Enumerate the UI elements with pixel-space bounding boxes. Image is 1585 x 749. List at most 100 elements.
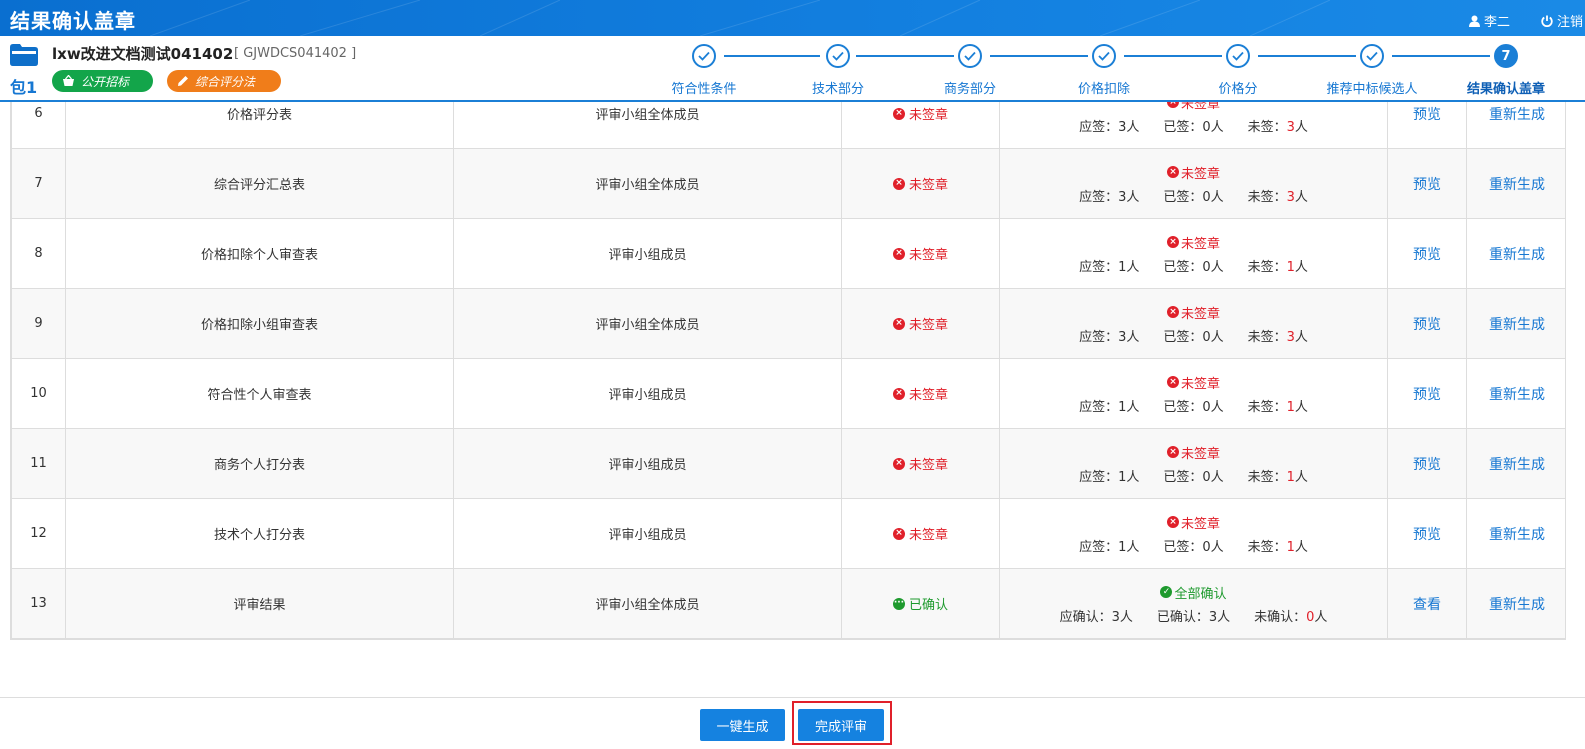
status-text: 未签章 (908, 318, 948, 333)
status-cell: ··· 已确认 (841, 568, 1000, 639)
summary-cell: × 未签章 应签：1人 已签：0人 未签：1人 (999, 428, 1388, 499)
required-count: 应签：1人 (1079, 259, 1140, 275)
logout-button[interactable]: 注销 (1541, 11, 1583, 30)
step-compliance[interactable]: 符合性条件 (644, 40, 764, 97)
step-number: 7 (1494, 44, 1518, 68)
done-count: 已签：0人 (1163, 469, 1224, 485)
status-cell: × 未签章 (841, 428, 1000, 499)
regenerate-link[interactable]: 重新生成 (1489, 107, 1545, 123)
action-cell: 预览 (1387, 102, 1467, 149)
pending-label: 未签： (1247, 539, 1287, 555)
regenerate-link[interactable]: 重新生成 (1489, 457, 1545, 473)
pending-unit: 人 (1294, 259, 1308, 275)
pending-number: 3 (1286, 189, 1295, 205)
step-recommend-candidate[interactable]: 推荐中标候选人 (1312, 40, 1432, 97)
summary-status: ×未签章 (1000, 163, 1387, 182)
preview-link[interactable]: 预览 (1413, 457, 1441, 473)
package-label: 包1 (10, 78, 38, 97)
document-name: 价格评分表 (65, 102, 454, 149)
document-name: 综合评分汇总表 (65, 148, 454, 219)
project-header: lxw改进文档测试041402 [ GJWDCS041402 ] 包1 公开招标… (0, 36, 1585, 102)
preview-link[interactable]: 预览 (1413, 387, 1441, 403)
preview-link[interactable]: 预览 (1413, 107, 1441, 123)
pending-unit: 人 (1314, 609, 1328, 625)
pending-label: 未签： (1247, 119, 1287, 135)
pending-count: 未签：1人 (1248, 256, 1308, 275)
status-cell: × 未签章 (841, 288, 1000, 359)
document-name: 技术个人打分表 (65, 498, 454, 569)
status-text: 未签章 (908, 248, 948, 263)
status-cell: × 未签章 (841, 218, 1000, 289)
top-bar: 结果确认盖章 李二 注销 (0, 0, 1585, 36)
finish-review-button[interactable]: 完成评审 (798, 709, 884, 741)
document-name: 价格扣除小组审查表 (65, 288, 454, 359)
table-row: 7 综合评分汇总表 评审小组全体成员 × 未签章 × 未签章 应签：3人 已签：0人 未签：3人预… (11, 148, 1565, 219)
step-label: 技术部分 (811, 82, 864, 97)
preview-link[interactable]: 预览 (1413, 177, 1441, 193)
summary-status: ×未签章 (1000, 102, 1387, 112)
summary-status: ×未签章 (1000, 513, 1387, 532)
pending-unit: 人 (1294, 329, 1308, 345)
signer-group: 评审小组成员 (453, 498, 842, 569)
generate-all-button[interactable]: 一键生成 (700, 709, 785, 741)
current-user[interactable]: 李二 (1468, 11, 1510, 30)
step-label: 商务部分 (943, 82, 996, 97)
signer-group: 评审小组全体成员 (453, 288, 842, 359)
close-icon: × (892, 177, 905, 190)
user-name: 李二 (1483, 15, 1510, 30)
done-count: 已签：0人 (1163, 189, 1224, 205)
footer-bar: 一键生成 完成评审 (0, 697, 1585, 749)
regenerate-link[interactable]: 重新生成 (1489, 247, 1545, 263)
check-icon (1360, 44, 1384, 68)
step-price-score[interactable]: 价格分 (1178, 40, 1298, 97)
regenerate-link[interactable]: 重新生成 (1489, 317, 1545, 333)
regenerate-link[interactable]: 重新生成 (1489, 527, 1545, 543)
step-business[interactable]: 商务部分 (910, 40, 1030, 97)
table-row: 12 技术个人打分表 评审小组成员 × 未签章 × 未签章 应签：1人 已签：0人 未签：1人 预览… (11, 498, 1565, 569)
row-number: 10 (11, 358, 66, 429)
folder-icon (10, 44, 38, 66)
done-count: 已签：0人 (1163, 329, 1224, 345)
status-badge: × 未签章 (892, 244, 948, 263)
status-badge: × 未签章 (892, 174, 948, 193)
summary-cell: ×未签章应签：3人 已签：0人 未签：3人 (999, 288, 1388, 359)
summary-text: 未签章 (1180, 236, 1220, 252)
action-cell: 重新生成 (1466, 288, 1565, 359)
tag-procurement-method: 公开招标 (52, 70, 153, 92)
view-link[interactable]: 查看 (1413, 597, 1441, 613)
page-title: 结果确认盖章 (10, 9, 136, 33)
step-price-deduction[interactable]: 价格扣除 (1044, 40, 1164, 97)
regenerate-link[interactable]: 重新生成 (1489, 597, 1545, 613)
table-row: 11 商务个人打分表 评审小组成员 × 未签章 × 未签章 应签：1人 已签：0人 未签：1人 预览… (11, 428, 1565, 499)
table-row: 9 价格扣除小组审查表 评审小组全体成员 × 未签章 × 未签章 应签：3人 已签：0人 未签：3… (11, 288, 1565, 359)
document-name: 价格扣除个人审查表 (65, 218, 454, 289)
step-result-seal[interactable]: 7 结果确认盖章 (1446, 40, 1566, 97)
project-code: [ GJWDCS041402 ] (234, 46, 357, 61)
document-name: 符合性个人审查表 (65, 358, 454, 429)
done-count: 已签：0人 (1163, 399, 1224, 415)
regenerate-link[interactable]: 重新生成 (1489, 387, 1545, 403)
signer-group: 评审小组成员 (453, 358, 842, 429)
preview-link[interactable]: 预览 (1413, 527, 1441, 543)
pending-label: 未确认： (1254, 609, 1307, 625)
preview-link[interactable]: 预览 (1413, 317, 1441, 333)
pending-count: 未签：1人 (1248, 536, 1308, 555)
row-number: 7 (11, 148, 66, 219)
action-cell: 预览 (1387, 428, 1467, 499)
step-technical[interactable]: 技术部分 (778, 40, 898, 97)
preview-link[interactable]: 预览 (1413, 247, 1441, 263)
action-cell: 重新生成 (1466, 218, 1565, 289)
pending-count: 未签：1人 (1248, 466, 1308, 485)
pending-unit: 人 (1294, 399, 1308, 415)
progress-steps: 符合性条件 技术部分 商务部分 价格扣除 价格分 推荐中标候选人 7 结果确认盖… (650, 40, 1585, 100)
row-number: 11 (11, 428, 66, 499)
close-icon: × (892, 317, 905, 330)
summary-cell: ✓ 全部确认 应确认：3人 已确认：3人 未确认：0人 (999, 568, 1388, 639)
close-icon: × (1166, 306, 1179, 318)
logout-label: 注销 (1556, 15, 1583, 30)
signer-group: 评审小组全体成员 (453, 568, 842, 639)
close-icon: × (1166, 376, 1179, 388)
sign-counts: 应签：3人 已签：0人 未签：3人 (1000, 116, 1387, 135)
pending-label: 未签： (1247, 469, 1287, 485)
regenerate-link[interactable]: 重新生成 (1489, 177, 1545, 193)
